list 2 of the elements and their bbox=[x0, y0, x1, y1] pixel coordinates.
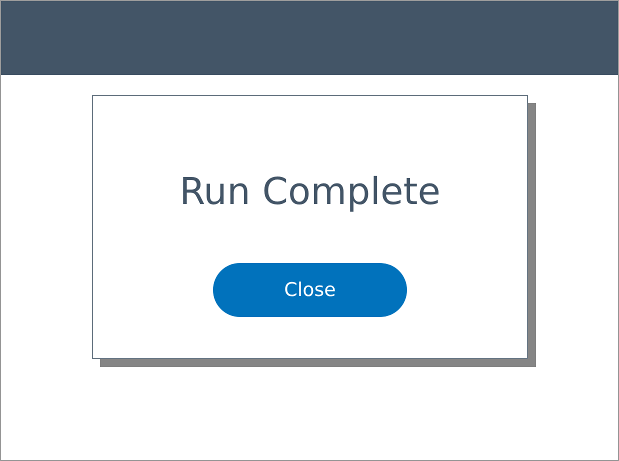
dialog-title: Run Complete bbox=[179, 170, 441, 213]
close-button[interactable]: Close bbox=[213, 263, 407, 317]
